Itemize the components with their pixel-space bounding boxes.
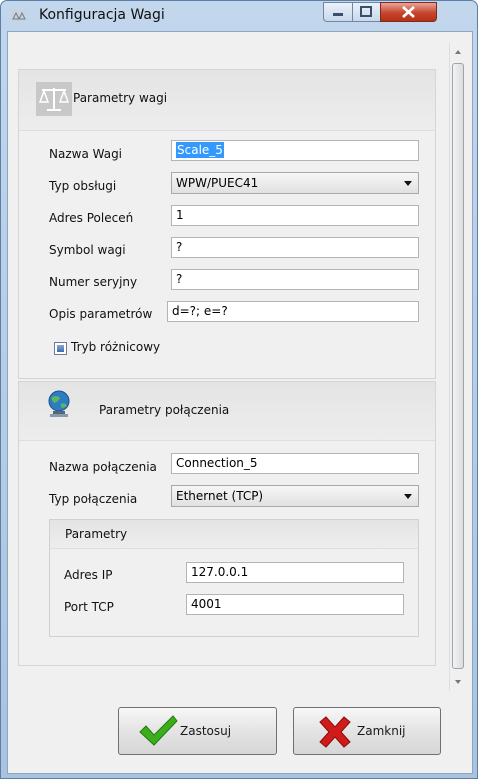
scale-params-title: Parametry wagi — [73, 91, 168, 105]
service-type-select[interactable]: WPW/PUEC41 — [171, 172, 419, 194]
chevron-down-icon — [404, 181, 412, 186]
connection-type-value: Ethernet (TCP) — [176, 489, 264, 503]
service-type-value: WPW/PUEC41 — [176, 176, 259, 190]
scale-icon — [36, 82, 72, 116]
maximize-icon — [360, 6, 372, 17]
window-title: Konfiguracja Wagi — [39, 7, 165, 23]
dialog-window: Konfiguracja Wagi Parametry wagi Nazwa W… — [0, 0, 478, 779]
connection-params-header: Parametry połączenia — [19, 382, 435, 441]
scale-name-label: Nazwa Wagi — [49, 147, 123, 161]
minimize-button[interactable] — [323, 2, 353, 22]
tcp-port-label: Port TCP — [64, 600, 114, 614]
apply-button[interactable]: Zastosuj — [118, 707, 277, 755]
scroll-up-arrow-icon[interactable] — [455, 50, 461, 54]
params-description-label: Opis parametrów — [49, 307, 153, 321]
title-bar[interactable]: Konfiguracja Wagi — [1, 1, 477, 31]
x-cross-icon — [319, 716, 351, 748]
connection-type-select[interactable]: Ethernet (TCP) — [171, 485, 419, 507]
command-address-input[interactable]: 1 — [171, 205, 419, 226]
serial-number-input[interactable]: ? — [171, 269, 419, 290]
close-window-button[interactable] — [380, 2, 437, 22]
checkmark-icon — [139, 715, 178, 746]
close-button-label: Zamknij — [357, 724, 406, 738]
connection-params-title: Parametry połączenia — [99, 403, 230, 417]
minimize-icon — [333, 13, 343, 16]
scale-symbol-input[interactable]: ? — [171, 237, 419, 258]
close-icon — [402, 6, 415, 18]
close-button[interactable]: Zamknij — [293, 707, 441, 755]
tcp-port-input[interactable]: 4001 — [186, 594, 404, 615]
scale-params-header: Parametry wagi — [19, 70, 435, 131]
serial-number-label: Numer seryjny — [49, 275, 138, 289]
parameters-subgroup-header: Parametry — [50, 520, 418, 549]
scrollbar-thumb[interactable] — [452, 63, 464, 669]
connection-name-input[interactable]: Connection_5 — [171, 453, 419, 474]
diff-mode-checkbox[interactable] — [54, 342, 67, 355]
scale-app-icon — [11, 10, 27, 22]
network-globe-icon — [48, 390, 70, 417]
vertical-scrollbar[interactable] — [449, 43, 467, 691]
connection-name-label: Nazwa połączenia — [49, 460, 157, 474]
connection-type-label: Typ połączenia — [49, 492, 138, 506]
command-address-label: Adres Poleceń — [49, 211, 134, 225]
params-description-input[interactable]: d=?; e=? — [167, 301, 419, 322]
service-type-label: Typ obsługi — [49, 179, 117, 193]
scale-name-input[interactable]: Scale_5 — [171, 140, 419, 161]
parameters-subgroup-title: Parametry — [65, 527, 128, 541]
maximize-button[interactable] — [352, 2, 381, 22]
scale-symbol-label: Symbol wagi — [49, 243, 126, 257]
chevron-down-icon — [404, 494, 412, 499]
diff-mode-label: Tryb różnicowy — [71, 340, 161, 354]
ip-address-input[interactable]: 127.0.0.1 — [186, 562, 404, 583]
scroll-down-arrow-icon[interactable] — [455, 680, 461, 684]
apply-button-label: Zastosuj — [180, 724, 232, 738]
ip-address-label: Adres IP — [64, 568, 113, 582]
